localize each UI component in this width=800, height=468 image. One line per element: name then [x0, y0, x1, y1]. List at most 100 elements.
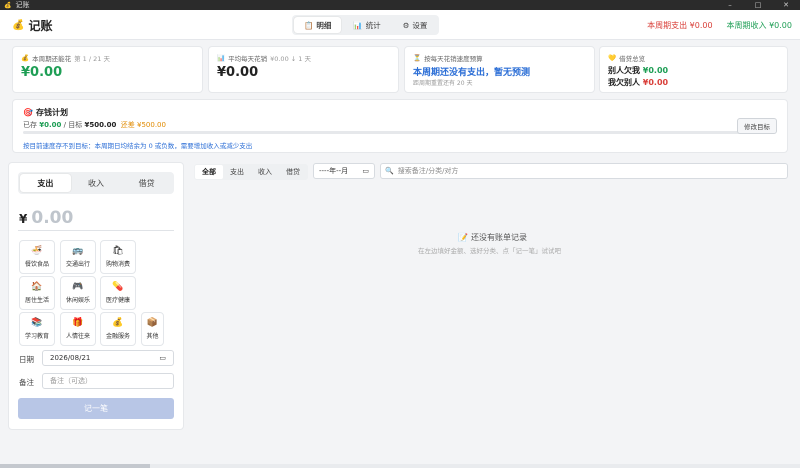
filter-tabs: 全部 支出 收入 借贷	[194, 164, 308, 180]
category-transport-label: 交通出行	[65, 261, 90, 268]
category-health-label: 医疗健康	[105, 297, 130, 304]
entry-type-segment: 支出 收入 借贷	[18, 172, 174, 194]
search-icon: 🔍	[385, 167, 394, 175]
clipboard-icon: 📋	[304, 20, 314, 30]
debt-card: 💛 借贷总览 别人欠我 ¥0.00 我欠别人 ¥0.00	[599, 46, 788, 93]
remaining-label: 本周期还能花	[32, 55, 72, 63]
category-health[interactable]: 💊 医疗健康	[100, 276, 136, 310]
remaining-card: 💰 本周期还能花 第 1 / 21 天 ¥0.00	[12, 46, 203, 93]
app-title-text: 记账	[28, 19, 53, 33]
horizontal-scrollbar[interactable]	[0, 464, 800, 468]
filter-all[interactable]: 全部	[195, 165, 223, 179]
app-icon: 💰	[4, 1, 12, 9]
month-placeholder: ----年--月	[319, 167, 349, 175]
category-leisure[interactable]: 🎮 休闲娱乐	[60, 276, 96, 310]
daily-sub: ¥0.00 ↓ 1 天	[270, 55, 311, 63]
month-picker[interactable]: ----年--月 ▭	[313, 163, 375, 179]
category-other[interactable]: 📦 其他	[141, 312, 164, 346]
gift-icon: 🎁	[72, 318, 84, 328]
chart-icon: 📊	[353, 20, 363, 30]
pill-icon: 💊	[112, 282, 124, 292]
window-title: 记账	[15, 1, 30, 9]
search-input[interactable]: 🔍 搜索备注/分类/对方	[380, 163, 788, 179]
category-housing-label: 居住生活	[24, 297, 49, 304]
plan-info: 已存 ¥0.00 / 目标 ¥500.00 还差 ¥500.00	[23, 120, 166, 130]
amount-input[interactable]: ¥ 0.00	[19, 208, 73, 228]
house-icon: 🏠	[31, 282, 43, 292]
amount-value: 0.00	[31, 208, 74, 228]
calendar-icon[interactable]: ▭	[362, 167, 369, 175]
saved-value: ¥0.00	[39, 121, 62, 129]
category-food[interactable]: 🍜 餐饮食品	[19, 240, 55, 274]
plan-tip: 按目前速度存不到目标：本周期日均结余为 0 或负数，需要增加收入或减少支出	[23, 142, 253, 150]
target-label: / 目标	[63, 121, 83, 129]
forecast-label-row: ⏳ 按每天花销速度预算	[413, 53, 483, 63]
period-expense: 本周期支出 ¥0.00	[647, 21, 713, 30]
target-icon: 🎯	[23, 108, 33, 117]
category-transport[interactable]: 🚌 交通出行	[60, 240, 96, 274]
books-icon: 📚	[31, 318, 43, 328]
submit-button[interactable]: 记一笔	[18, 398, 174, 419]
close-button[interactable]: ✕	[772, 0, 800, 10]
main-tabs: 📋 明细 📊 统计 ⚙ 设置	[292, 15, 440, 35]
category-housing[interactable]: 🏠 居住生活	[19, 276, 55, 310]
money-bag-icon: 💰	[21, 54, 30, 62]
plan-title-text: 存钱计划	[35, 108, 68, 117]
gamepad-icon: 🎮	[72, 282, 84, 292]
category-education[interactable]: 📚 学习教育	[19, 312, 55, 346]
category-finance[interactable]: 💰 金融服务	[100, 312, 136, 346]
app-title: 💰 记账	[12, 17, 52, 34]
amount-underline	[18, 230, 174, 231]
app-header: 💰 记账 📋 明细 📊 统计 ⚙ 设置 本周期支出 ¥0.00 本周期收入 ¥0…	[0, 10, 800, 40]
edit-target-button[interactable]: 修改目标	[737, 118, 777, 134]
filter-expense[interactable]: 支出	[223, 165, 251, 179]
note-input[interactable]: 备注（可选）	[42, 373, 174, 389]
owed-label: 别人欠我	[608, 66, 640, 75]
category-other-label: 其他	[146, 333, 159, 340]
minimize-button[interactable]: –	[716, 0, 744, 10]
owe-value: ¥0.00	[642, 78, 669, 87]
forecast-label: 按每天花销速度预算	[424, 55, 483, 63]
scrollbar-thumb[interactable]	[0, 464, 150, 468]
category-leisure-label: 休闲娱乐	[65, 297, 90, 304]
type-expense[interactable]: 支出	[20, 174, 71, 192]
category-social[interactable]: 🎁 人情往来	[60, 312, 96, 346]
tab-details[interactable]: 📋 明细	[294, 17, 342, 33]
shopping-bag-icon: 🛍	[112, 246, 124, 256]
filter-income[interactable]: 收入	[251, 165, 279, 179]
tab-settings[interactable]: ⚙ 设置	[393, 17, 438, 33]
category-shopping-label: 购物消费	[105, 261, 130, 268]
plan-title: 🎯 存钱计划	[23, 107, 68, 118]
category-finance-label: 金融服务	[105, 333, 130, 340]
calendar-icon[interactable]: ▭	[159, 354, 166, 362]
category-food-label: 餐饮食品	[24, 261, 49, 268]
savings-plan-card: 🎯 存钱计划 已存 ¥0.00 / 目标 ¥500.00 还差 ¥500.00 …	[12, 99, 788, 153]
tab-settings-label: 设置	[412, 20, 428, 30]
hourglass-icon: ⏳	[413, 54, 422, 62]
daily-label-row: 📊 平均每天花销 ¥0.00 ↓ 1 天	[217, 53, 311, 63]
owe-row: 我欠别人 ¥0.00	[608, 77, 668, 88]
maximize-button[interactable]: □	[744, 0, 772, 10]
owed-row: 别人欠我 ¥0.00	[608, 65, 668, 76]
remaining-label-row: 💰 本周期还能花 第 1 / 21 天	[21, 53, 110, 63]
forecast-value: 本周期还没有支出，暂无预测	[413, 68, 531, 78]
empty-state-subtitle: 在左边填好金额、选好分类、点「记一笔」试试吧	[418, 247, 561, 255]
period-income: 本周期收入 ¥0.00	[726, 21, 792, 30]
category-shopping[interactable]: 🛍 购物消费	[100, 240, 136, 274]
money-bag-icon: 💰	[12, 20, 25, 31]
tab-stats[interactable]: 📊 统计	[343, 17, 390, 33]
target-value: ¥500.00	[84, 121, 117, 129]
remaining-sub: 第 1 / 21 天	[74, 55, 110, 63]
type-loan[interactable]: 借贷	[121, 174, 172, 192]
note-label: 备注	[19, 378, 34, 387]
type-income[interactable]: 收入	[71, 174, 122, 192]
date-input[interactable]: 2026/08/21 ▭	[42, 350, 174, 366]
gap-value: 还差 ¥500.00	[120, 121, 166, 129]
daily-label: 平均每天花销	[228, 55, 268, 63]
debt-label: 借贷总览	[619, 55, 646, 63]
date-value: 2026/08/21	[50, 354, 91, 362]
owed-value: ¥0.00	[642, 66, 669, 75]
forecast-card: ⏳ 按每天花销速度预算 本周期还没有支出，暂无预测 距周期重置还有 20 天	[404, 46, 595, 93]
tab-stats-label: 统计	[365, 20, 381, 30]
filter-loan[interactable]: 借贷	[279, 165, 307, 179]
